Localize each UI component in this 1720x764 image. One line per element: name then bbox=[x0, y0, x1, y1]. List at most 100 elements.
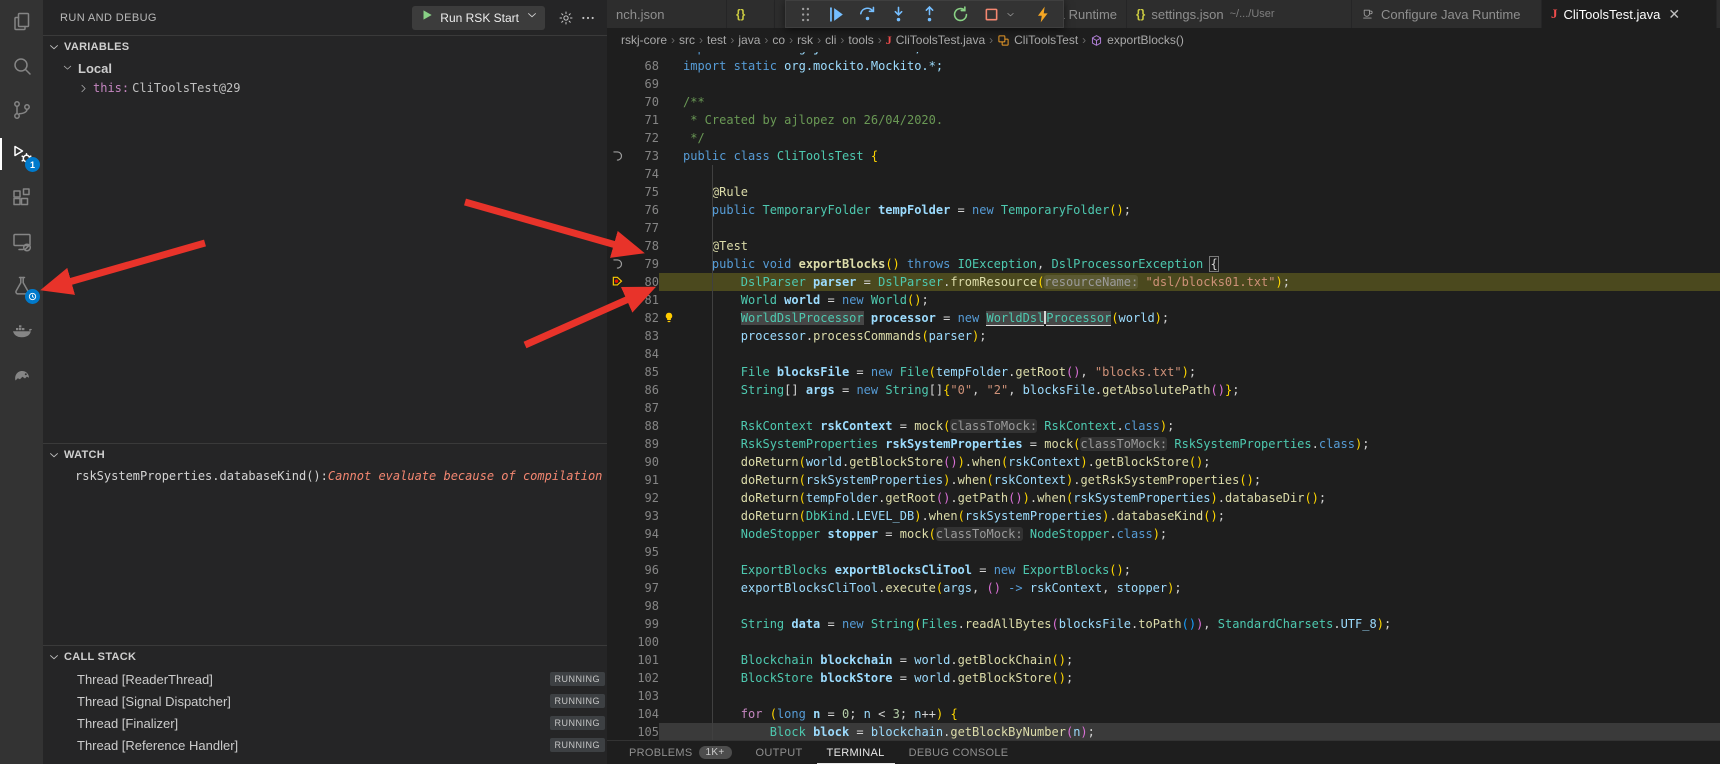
chevron-down-icon[interactable] bbox=[525, 8, 539, 27]
editor-tab-clitoolstest-java[interactable]: JCliToolsTest.java✕ bbox=[1542, 0, 1717, 28]
java-file-icon: J bbox=[1551, 6, 1558, 22]
breadcrumb-item-src[interactable]: src bbox=[679, 33, 695, 47]
breakpoint-gutter[interactable] bbox=[607, 507, 629, 525]
scope-local-row[interactable]: Local bbox=[43, 58, 607, 78]
breakpoint-gutter[interactable] bbox=[607, 345, 629, 363]
activity-remote-explorer-icon[interactable] bbox=[0, 220, 43, 264]
breadcrumb-item-exportblocks-[interactable]: exportBlocks() bbox=[1090, 33, 1184, 47]
activity-source-control-icon[interactable] bbox=[0, 88, 43, 132]
step-out-icon[interactable] bbox=[920, 5, 939, 24]
code-text: String data = new String(Files.readAllBy… bbox=[679, 615, 1720, 633]
activity-search-icon[interactable] bbox=[0, 44, 43, 88]
gear-icon[interactable] bbox=[555, 7, 577, 29]
thread-row[interactable]: Thread [ReaderThread]RUNNING bbox=[43, 668, 607, 690]
breakpoint-gutter[interactable] bbox=[607, 651, 629, 669]
breakpoint-gutter[interactable] bbox=[607, 453, 629, 471]
breadcrumb-item-cli[interactable]: cli bbox=[825, 33, 836, 47]
step-over-icon[interactable] bbox=[858, 5, 877, 24]
panel-tab-label: OUTPUT bbox=[756, 747, 803, 759]
variables-section-header[interactable]: VARIABLES bbox=[43, 36, 607, 58]
breadcrumb-item-java[interactable]: java bbox=[738, 33, 760, 47]
fold-indicator-icon[interactable] bbox=[607, 255, 629, 273]
breakpoint-gutter[interactable] bbox=[607, 687, 629, 705]
breakpoint-gutter[interactable] bbox=[607, 471, 629, 489]
panel-tab-problems[interactable]: PROBLEMS1K+ bbox=[619, 741, 742, 764]
editor-tab-configure-java-runtime[interactable]: Configure Java Runtime bbox=[1352, 0, 1542, 28]
call-stack-section-header[interactable]: CALL STACK bbox=[43, 646, 607, 668]
breakpoint-gutter[interactable] bbox=[607, 327, 629, 345]
breakpoint-gutter[interactable] bbox=[607, 129, 629, 147]
editor-tab-bar: nch.json{}igure Java Runtime{}settings.j… bbox=[607, 0, 1720, 28]
breakpoint-gutter[interactable] bbox=[607, 75, 629, 93]
variable-this-row[interactable]: this: CliToolsTest@29 bbox=[43, 78, 607, 98]
breakpoint-gutter[interactable] bbox=[607, 525, 629, 543]
activity-run-debug-icon[interactable]: 1 bbox=[0, 132, 43, 176]
breakpoint-gutter[interactable] bbox=[607, 543, 629, 561]
breadcrumb-item-rsk[interactable]: rsk bbox=[797, 33, 813, 47]
breakpoint-gutter[interactable] bbox=[607, 381, 629, 399]
breakpoint-gutter[interactable] bbox=[607, 579, 629, 597]
breadcrumb-item-rskj-core[interactable]: rskj-core bbox=[621, 33, 667, 47]
activity-extensions-icon[interactable] bbox=[0, 176, 43, 220]
variables-title: VARIABLES bbox=[64, 41, 129, 53]
line-number: 79 bbox=[629, 255, 659, 273]
panel-tab-output[interactable]: OUTPUT bbox=[746, 741, 813, 764]
hot-code-replace-icon[interactable] bbox=[1034, 5, 1053, 24]
breadcrumb-label: co bbox=[772, 33, 785, 47]
breadcrumb-item-tools[interactable]: tools bbox=[848, 33, 873, 47]
breadcrumb-item-clitoolstest-java[interactable]: JCliToolsTest.java bbox=[886, 33, 985, 48]
breadcrumb-item-co[interactable]: co bbox=[772, 33, 785, 47]
activity-gradle-icon[interactable] bbox=[0, 352, 43, 396]
restart-icon[interactable] bbox=[951, 5, 970, 24]
continue-icon[interactable] bbox=[827, 5, 846, 24]
breakpoint-gutter[interactable] bbox=[607, 219, 629, 237]
breakpoint-gutter[interactable] bbox=[607, 165, 629, 183]
line-number: 74 bbox=[629, 165, 659, 183]
breakpoint-gutter[interactable] bbox=[607, 111, 629, 129]
thread-row[interactable]: Thread [Signal Dispatcher]RUNNING bbox=[43, 690, 607, 712]
panel-tab-terminal[interactable]: TERMINAL bbox=[817, 741, 895, 764]
activity-docker-icon[interactable] bbox=[0, 308, 43, 352]
breakpoint-gutter[interactable] bbox=[607, 417, 629, 435]
breakpoint-gutter[interactable] bbox=[607, 615, 629, 633]
editor-tab-nch-json[interactable]: nch.json bbox=[607, 0, 727, 28]
activity-explorer-icon[interactable] bbox=[0, 0, 43, 44]
editor-tab[interactable]: {} bbox=[727, 0, 775, 28]
breakpoint-gutter[interactable] bbox=[607, 291, 629, 309]
editor-tab-settings-json[interactable]: {}settings.json~/.../User bbox=[1127, 0, 1352, 28]
fold-indicator-icon[interactable] bbox=[607, 147, 629, 165]
breakpoint-gutter[interactable] bbox=[607, 201, 629, 219]
breakpoint-gutter[interactable] bbox=[607, 309, 629, 327]
breakpoint-gutter[interactable] bbox=[607, 57, 629, 75]
watch-expression-row[interactable]: rskSystemProperties.databaseKind(): Cann… bbox=[43, 466, 607, 486]
step-into-icon[interactable] bbox=[889, 5, 908, 24]
stop-icon[interactable] bbox=[982, 5, 1001, 24]
breakpoint-gutter[interactable] bbox=[607, 489, 629, 507]
breakpoint-gutter[interactable] bbox=[607, 363, 629, 381]
breadcrumb-item-test[interactable]: test bbox=[707, 33, 726, 47]
breakpoint-gutter[interactable] bbox=[607, 669, 629, 687]
breakpoint-gutter[interactable] bbox=[607, 93, 629, 111]
breakpoint-gutter[interactable] bbox=[607, 723, 629, 740]
code-editor[interactable]: 67import static org.junit.Assert.*;68imp… bbox=[607, 52, 1720, 740]
close-icon[interactable]: ✕ bbox=[1668, 6, 1680, 23]
breakpoint-gutter[interactable] bbox=[607, 237, 629, 255]
panel-tab-debug-console[interactable]: DEBUG CONSOLE bbox=[899, 741, 1019, 764]
breakpoint-gutter[interactable] bbox=[607, 633, 629, 651]
breakpoint-gutter[interactable] bbox=[607, 183, 629, 201]
thread-row[interactable]: Thread [Finalizer]RUNNING bbox=[43, 712, 607, 734]
breakpoint-gutter[interactable] bbox=[607, 561, 629, 579]
thread-row[interactable]: Thread [Reference Handler]RUNNING bbox=[43, 734, 607, 756]
chevron-down-icon[interactable] bbox=[1005, 9, 1016, 20]
current-frame-icon[interactable] bbox=[607, 273, 629, 291]
watch-section-header[interactable]: WATCH bbox=[43, 444, 607, 466]
run-config-button[interactable]: Run RSK Start bbox=[412, 6, 545, 30]
breakpoint-gutter[interactable] bbox=[607, 435, 629, 453]
line-number: 70 bbox=[629, 93, 659, 111]
breakpoint-gutter[interactable] bbox=[607, 705, 629, 723]
breakpoint-gutter[interactable] bbox=[607, 597, 629, 615]
breadcrumb-item-clitoolstest[interactable]: CliToolsTest bbox=[997, 33, 1078, 47]
breakpoint-gutter[interactable] bbox=[607, 399, 629, 417]
ellipsis-icon[interactable] bbox=[577, 7, 599, 29]
activity-testing-icon[interactable] bbox=[0, 264, 43, 308]
